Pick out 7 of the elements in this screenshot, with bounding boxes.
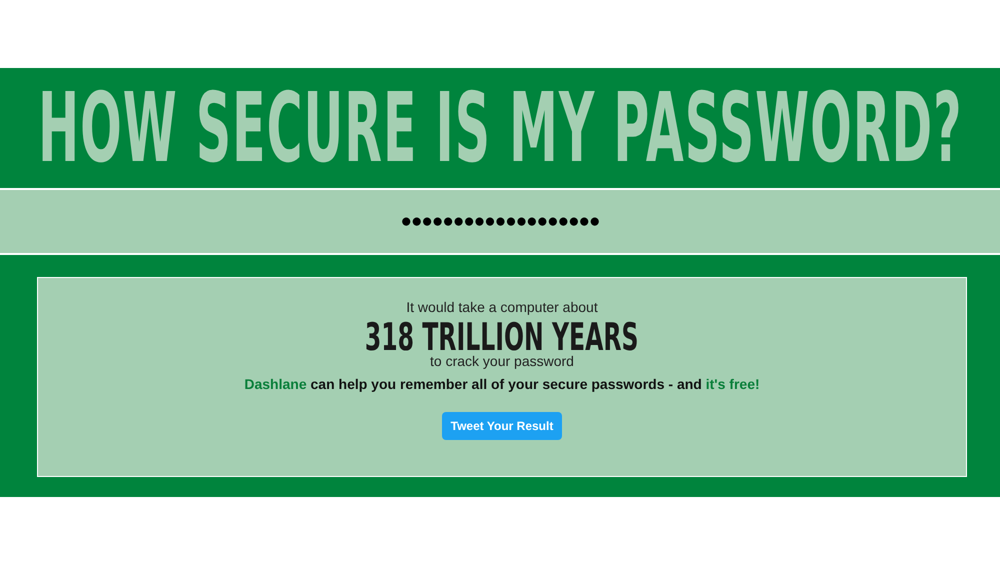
promo-text: Dashlane can help you remember all of your secure passwords - and it's free! — [244, 376, 760, 392]
password-field[interactable]: ●●●●●●●●●●●●●●●●●●● — [398, 206, 602, 236]
link[interactable]: Dashlane — [244, 376, 307, 392]
link[interactable]: it's free! — [706, 376, 760, 392]
result-intro: It would take a computer about — [406, 299, 598, 315]
page-title: HOW SECURE IS MY PASSWORD? — [38, 80, 962, 176]
tweet-button[interactable]: Tweet Your Result — [442, 412, 562, 440]
